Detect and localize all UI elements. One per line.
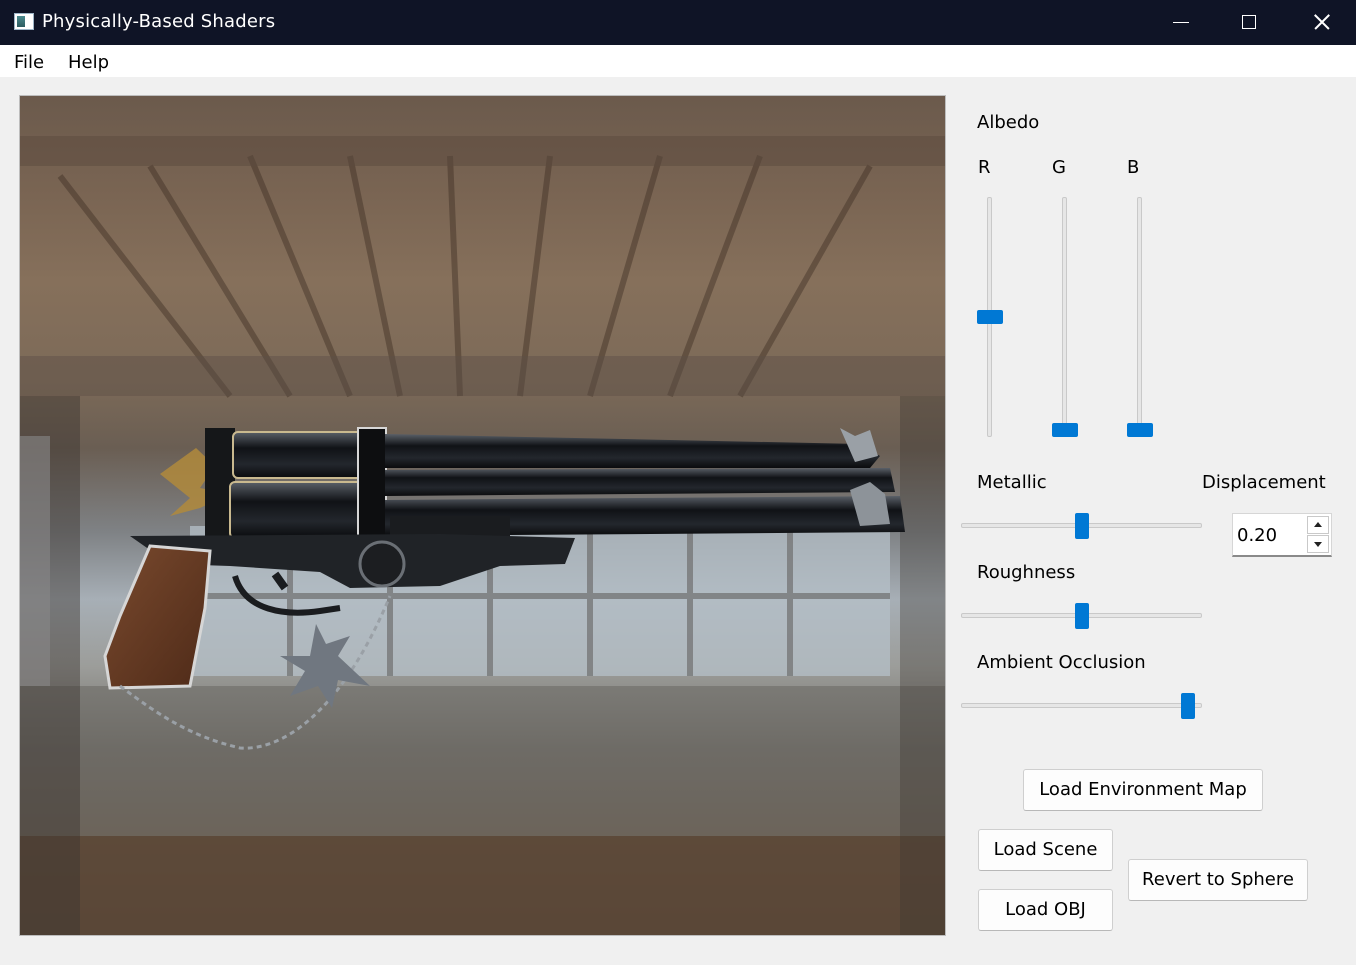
albedo-b-label: B <box>1127 157 1140 178</box>
load-scene-button[interactable]: Load Scene <box>978 829 1113 871</box>
albedo-r-label: R <box>978 157 991 178</box>
metallic-slider[interactable] <box>961 513 1202 539</box>
load-environment-map-button[interactable]: Load Environment Map <box>1023 769 1263 811</box>
albedo-g-label: G <box>1052 157 1066 178</box>
albedo-g-slider[interactable] <box>1052 197 1078 441</box>
menu-help[interactable]: Help <box>68 52 109 73</box>
roughness-label: Roughness <box>977 562 1076 583</box>
albedo-g-slider-handle[interactable] <box>1052 423 1078 437</box>
load-obj-button[interactable]: Load OBJ <box>978 889 1113 931</box>
render-viewport[interactable] <box>19 95 946 936</box>
albedo-b-slider-handle[interactable] <box>1127 423 1153 437</box>
displacement-spinbox[interactable]: 0.20 <box>1232 513 1332 557</box>
close-button[interactable] <box>1286 0 1356 45</box>
metallic-label: Metallic <box>977 472 1047 493</box>
spin-down-arrow-icon[interactable] <box>1307 535 1329 553</box>
albedo-label: Albedo <box>977 112 1040 133</box>
app-icon <box>14 13 34 30</box>
albedo-r-slider-handle[interactable] <box>977 310 1003 324</box>
minimize-icon <box>1173 22 1189 23</box>
ambient-occlusion-slider-handle[interactable] <box>1181 693 1196 719</box>
menu-file[interactable]: File <box>14 52 44 73</box>
roughness-slider-handle[interactable] <box>1074 603 1089 629</box>
menu-bar: File Help <box>0 45 1356 77</box>
ambient-occlusion-slider[interactable] <box>961 693 1202 719</box>
displacement-value[interactable]: 0.20 <box>1237 525 1277 546</box>
spin-up-arrow-icon[interactable] <box>1307 516 1329 534</box>
albedo-b-slider[interactable] <box>1127 197 1153 441</box>
maximize-button[interactable] <box>1214 0 1284 45</box>
title-bar: Physically-Based Shaders <box>0 0 1356 45</box>
ambient-occlusion-label: Ambient Occlusion <box>977 652 1146 673</box>
displacement-label: Displacement <box>1202 472 1326 493</box>
scene-render <box>20 136 945 935</box>
roughness-slider[interactable] <box>961 603 1202 629</box>
metallic-slider-handle[interactable] <box>1074 513 1089 539</box>
window-title: Physically-Based Shaders <box>42 11 276 32</box>
minimize-button[interactable] <box>1146 0 1216 45</box>
albedo-r-slider[interactable] <box>977 197 1003 441</box>
maximize-icon <box>1242 15 1256 29</box>
revert-to-sphere-button[interactable]: Revert to Sphere <box>1128 859 1308 901</box>
